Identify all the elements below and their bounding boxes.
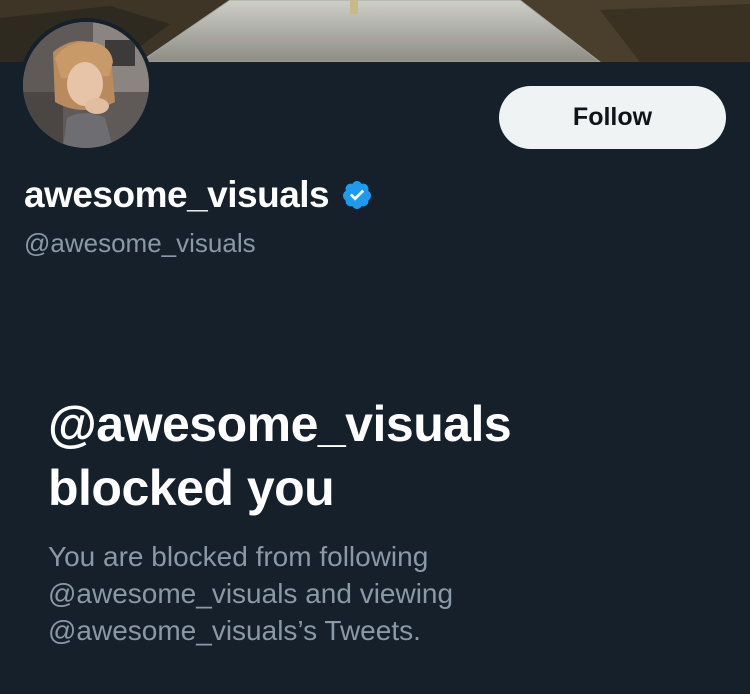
blocked-title: @awesome_visuals blocked you (48, 392, 728, 520)
verified-badge-svg (343, 181, 372, 209)
display-name: awesome_visuals (24, 174, 330, 215)
blocked-title-line1: @awesome_visuals (48, 396, 512, 452)
blocked-desc-line2: @awesome_visuals and viewing (48, 578, 454, 609)
follow-button[interactable]: Follow (499, 86, 726, 149)
profile-handle: @awesome_visuals (24, 228, 256, 258)
display-name-row: awesome_visuals (24, 170, 373, 220)
profile-avatar[interactable] (19, 18, 153, 152)
blocked-description: You are blocked from following @awesome_… (48, 538, 648, 649)
verified-badge-icon[interactable] (341, 179, 373, 211)
blocked-title-line2: blocked you (48, 460, 335, 516)
blocked-desc-line3: @awesome_visuals’s Tweets. (48, 615, 421, 646)
blocked-desc-line1: You are blocked from following (48, 541, 429, 572)
avatar-photo (23, 22, 149, 148)
avatar-image (23, 22, 149, 148)
